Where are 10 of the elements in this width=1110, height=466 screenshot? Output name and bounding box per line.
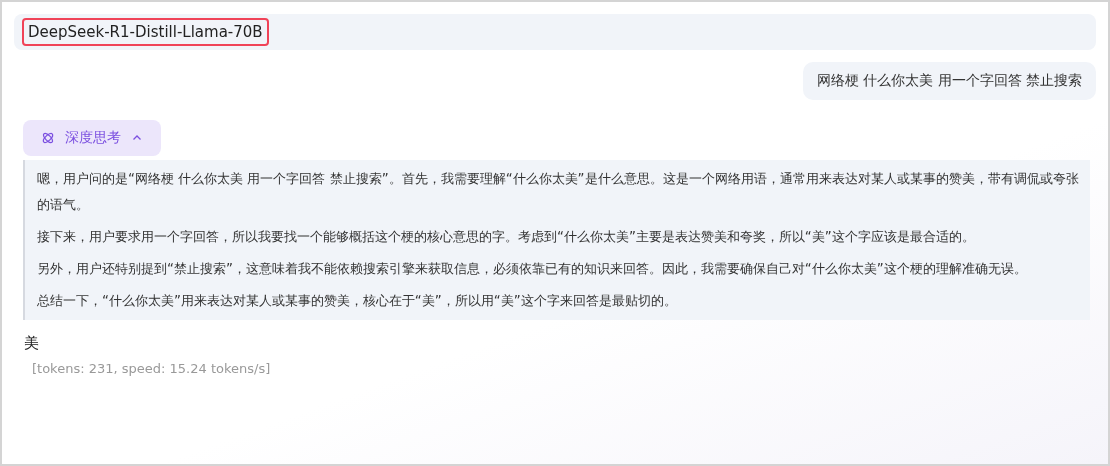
thinking-toggle[interactable]: 深度思考 xyxy=(23,120,161,156)
answer-text: 美 xyxy=(24,334,40,353)
thinking-paragraph: 另外，用户还特别提到“禁止搜索”，这意味着我不能依赖搜索引擎来获取信息，必须依靠已有的知识来回答。因此，我需要确保自己对“什么你太美”这个梗的理解准确无误。 xyxy=(37,260,1028,278)
thinking-paragraph: 总结一下，“什么你太美”用来表达对某人或某事的赞美，核心在于“美”，所以用“美”这个字来回答是最贴切的。 xyxy=(37,292,678,310)
thinking-paragraph: 接下来，用户要求用一个字回答，所以我要找一个能够概括这个梗的核心意思的字。考虑到“什么你太美”主要是表达赞美和夸奖，所以“美”这个字应该是最合适的。 xyxy=(37,228,976,246)
user-message: 网络梗 什么你太美 用一个字回答 禁止搜索 xyxy=(802,62,1096,100)
thinking-paragraph: 嗯，用户问的是“网络梗 什么你太美 用一个字回答 禁止搜索”。首先，我需要理解“什么你太美”是什么意思。这是一个网络用语，通常用来表达对某人或某事的赞美，带有调侃或夸张的语气。 xyxy=(37,170,1080,214)
model-name: DeepSeek-R1-Distill-Llama-70B xyxy=(22,18,269,46)
atom-icon xyxy=(41,131,55,145)
token-stats: [tokens: 231, speed: 15.24 tokens/s] xyxy=(32,361,272,376)
